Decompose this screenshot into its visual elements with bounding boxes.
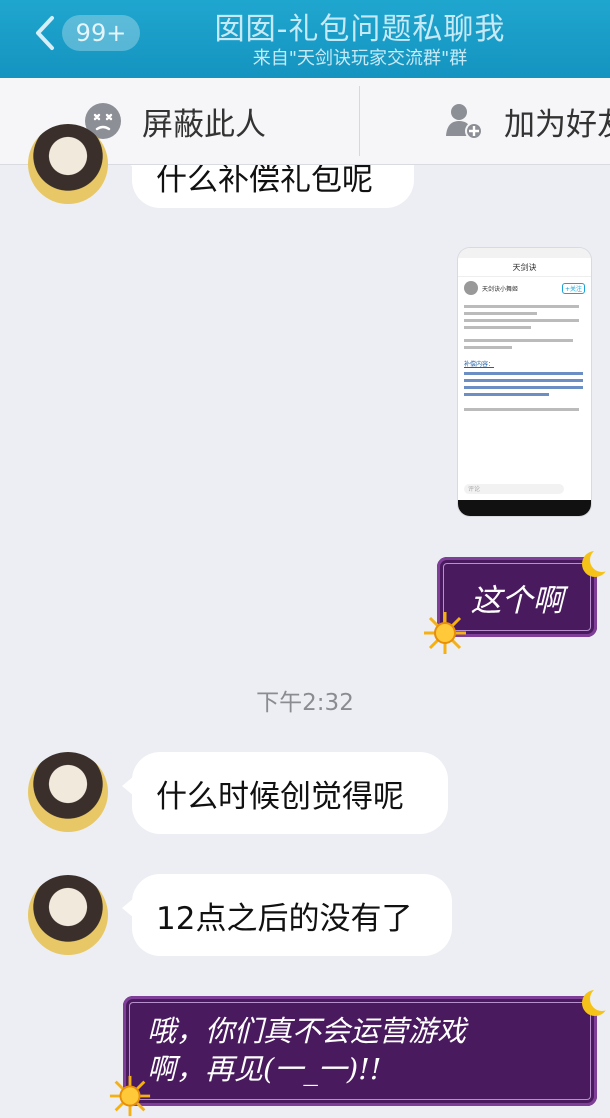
contact-avatar[interactable] <box>28 752 108 832</box>
post-body-lines: 补偿内容： <box>458 299 591 417</box>
add-friend-button[interactable]: 加为好友 <box>444 78 610 164</box>
message-text: 12点之后的没有了 <box>156 900 413 937</box>
add-friend-label: 加为好友 <box>504 106 610 143</box>
contact-avatar[interactable] <box>28 875 108 955</box>
author-avatar <box>464 281 478 295</box>
add-friend-icon <box>446 104 483 140</box>
phone-app-title: 天剑诀 <box>458 258 591 277</box>
author-name: 天剑诀小舞姬 <box>482 285 519 293</box>
follow-button: +关注 <box>561 282 585 294</box>
message-text: 什么时候创觉得呢 <box>156 778 404 815</box>
unread-count-badge[interactable]: 99+ <box>62 15 140 51</box>
moon-decoration-icon <box>582 548 610 577</box>
message-timestamp: 下午2:32 <box>256 690 354 716</box>
chat-header: 99+ 囡囡-礼包问题私聊我 来自"天剑诀玩家交流群"群 <box>0 0 610 78</box>
phone-nav-bar <box>458 500 591 516</box>
message-bubble[interactable]: 什么时候创觉得呢 <box>122 752 448 834</box>
sun-decoration-icon <box>109 1075 151 1117</box>
comment-input: 评论 <box>464 484 564 494</box>
contact-avatar[interactable] <box>28 124 108 204</box>
message-bubble[interactable]: 12点之后的没有了 <box>122 874 452 956</box>
action-divider <box>359 86 360 156</box>
chat-subtitle: 来自"天剑诀玩家交流群"群 <box>252 48 468 69</box>
self-message-bubble[interactable]: 哦，你们真不会运营游戏 啊，再见(一_一)!! <box>123 996 597 1106</box>
block-user-button[interactable]: 屏蔽此人 <box>84 78 266 164</box>
back-arrow-icon[interactable] <box>26 10 66 56</box>
post-highlight: 补偿内容： <box>464 361 495 368</box>
sun-decoration-icon <box>424 612 466 654</box>
message-text-line-1: 哦，你们真不会运营游戏 <box>147 1014 467 1048</box>
message-text: 这个啊 <box>470 582 564 619</box>
shared-screenshot-image[interactable]: 天剑诀 天剑诀小舞姬 +关注 补偿内容： 评论 <box>458 248 591 516</box>
block-user-label: 屏蔽此人 <box>142 106 266 143</box>
chat-title: 囡囡-礼包问题私聊我 <box>214 12 506 47</box>
message-text-line-2: 啊，再见(一_一)!! <box>147 1052 382 1086</box>
moon-decoration-icon <box>582 987 610 1016</box>
phone-status-bar <box>458 248 591 258</box>
